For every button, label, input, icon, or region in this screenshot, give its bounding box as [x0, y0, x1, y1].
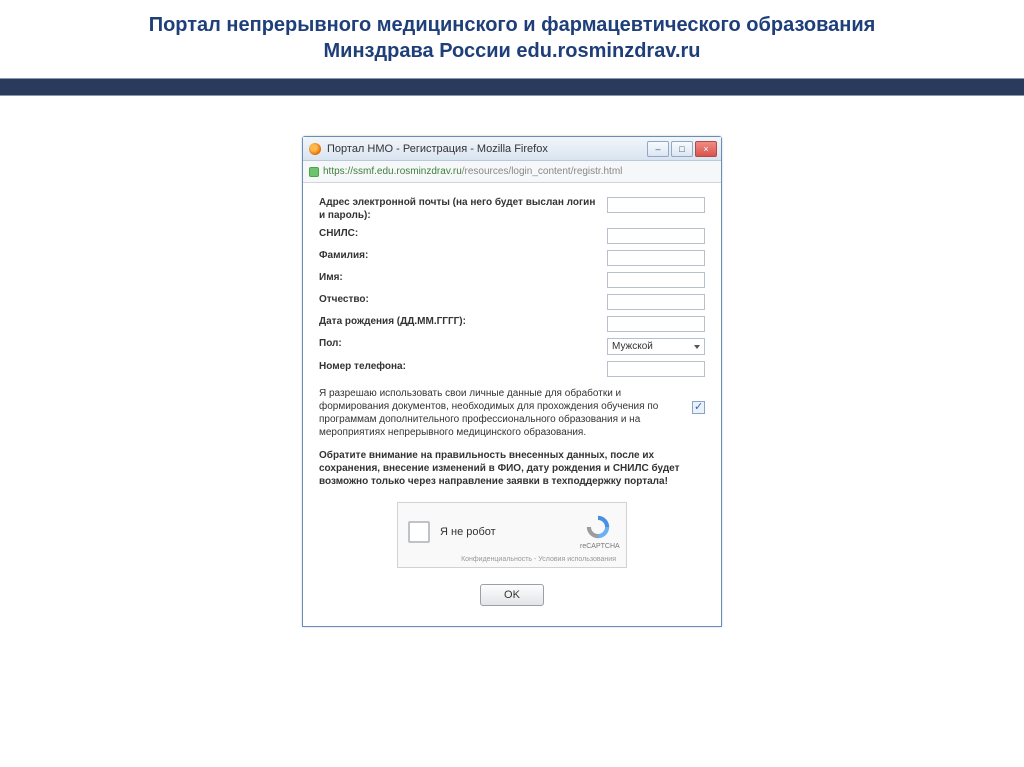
- gender-select[interactable]: Мужской: [607, 338, 705, 355]
- row-name: Имя:: [319, 272, 705, 288]
- row-phone: Номер телефона:: [319, 361, 705, 377]
- url-path: /resources/login_content/registr.html: [462, 166, 623, 177]
- url-host: https://ssmf.edu.rosminzdrav.ru: [323, 166, 462, 177]
- gender-label: Пол:: [319, 338, 599, 351]
- snils-label: СНИЛС:: [319, 228, 599, 241]
- row-dob: Дата рождения (ДД.ММ.ГГГГ):: [319, 316, 705, 332]
- recaptcha-icon: [584, 513, 612, 541]
- recaptcha-footer: Конфиденциальность - Условия использован…: [408, 556, 616, 563]
- window-titlebar: Портал НМО - Регистрация - Mozilla Firef…: [303, 137, 721, 161]
- dob-label: Дата рождения (ДД.ММ.ГГГГ):: [319, 316, 599, 329]
- gender-value: Мужской: [612, 341, 653, 352]
- ok-button[interactable]: OK: [480, 584, 544, 606]
- recaptcha-logo: reCAPTCHA: [580, 513, 616, 550]
- name-input[interactable]: [607, 272, 705, 288]
- dob-input[interactable]: [607, 316, 705, 332]
- title-line2: Минздрава России edu.rosminzdrav.ru: [323, 40, 700, 62]
- minimize-button[interactable]: –: [647, 141, 669, 157]
- consent-checkbox[interactable]: [692, 401, 705, 414]
- recaptcha-brand: reCAPTCHA: [580, 543, 616, 550]
- phone-label: Номер телефона:: [319, 361, 599, 374]
- row-gender: Пол: Мужской: [319, 338, 705, 355]
- window-buttons: – □ ×: [647, 141, 717, 157]
- consent-text: Я разрешаю использовать свои личные данн…: [319, 387, 684, 439]
- email-label: Адрес электронной почты (на него будет в…: [319, 197, 599, 222]
- patronymic-input[interactable]: [607, 294, 705, 310]
- patronymic-label: Отчество:: [319, 294, 599, 307]
- row-snils: СНИЛС:: [319, 228, 705, 244]
- window-title: Портал НМО - Регистрация - Mozilla Firef…: [327, 143, 647, 155]
- form-area: Адрес электронной почты (на него будет в…: [303, 183, 721, 626]
- recaptcha-label: Я не робот: [440, 526, 570, 538]
- row-consent: Я разрешаю использовать свои личные данн…: [319, 387, 705, 439]
- phone-input[interactable]: [607, 361, 705, 377]
- recaptcha-widget: Я не робот reCAPTCHA Конфиденциальность …: [397, 502, 627, 568]
- recaptcha-checkbox[interactable]: [408, 521, 430, 543]
- maximize-button[interactable]: □: [671, 141, 693, 157]
- surname-label: Фамилия:: [319, 250, 599, 263]
- row-surname: Фамилия:: [319, 250, 705, 266]
- snils-input[interactable]: [607, 228, 705, 244]
- divider-bar: [0, 78, 1024, 96]
- row-email: Адрес электронной почты (на него будет в…: [319, 197, 705, 222]
- firefox-icon: [309, 143, 321, 155]
- row-patronymic: Отчество:: [319, 294, 705, 310]
- lock-icon: [309, 167, 319, 177]
- address-bar[interactable]: https://ssmf.edu.rosminzdrav.ru/resource…: [303, 161, 721, 183]
- name-label: Имя:: [319, 272, 599, 285]
- browser-window: Портал НМО - Регистрация - Mozilla Firef…: [302, 136, 722, 627]
- page-title: Портал непрерывного медицинского и фарма…: [0, 0, 1024, 72]
- warning-text: Обратите внимание на правильность внесен…: [319, 449, 705, 488]
- surname-input[interactable]: [607, 250, 705, 266]
- url-text: https://ssmf.edu.rosminzdrav.ru/resource…: [323, 166, 622, 177]
- email-input[interactable]: [607, 197, 705, 213]
- chevron-down-icon: [694, 345, 700, 349]
- title-line1: Портал непрерывного медицинского и фарма…: [149, 14, 876, 36]
- close-button[interactable]: ×: [695, 141, 717, 157]
